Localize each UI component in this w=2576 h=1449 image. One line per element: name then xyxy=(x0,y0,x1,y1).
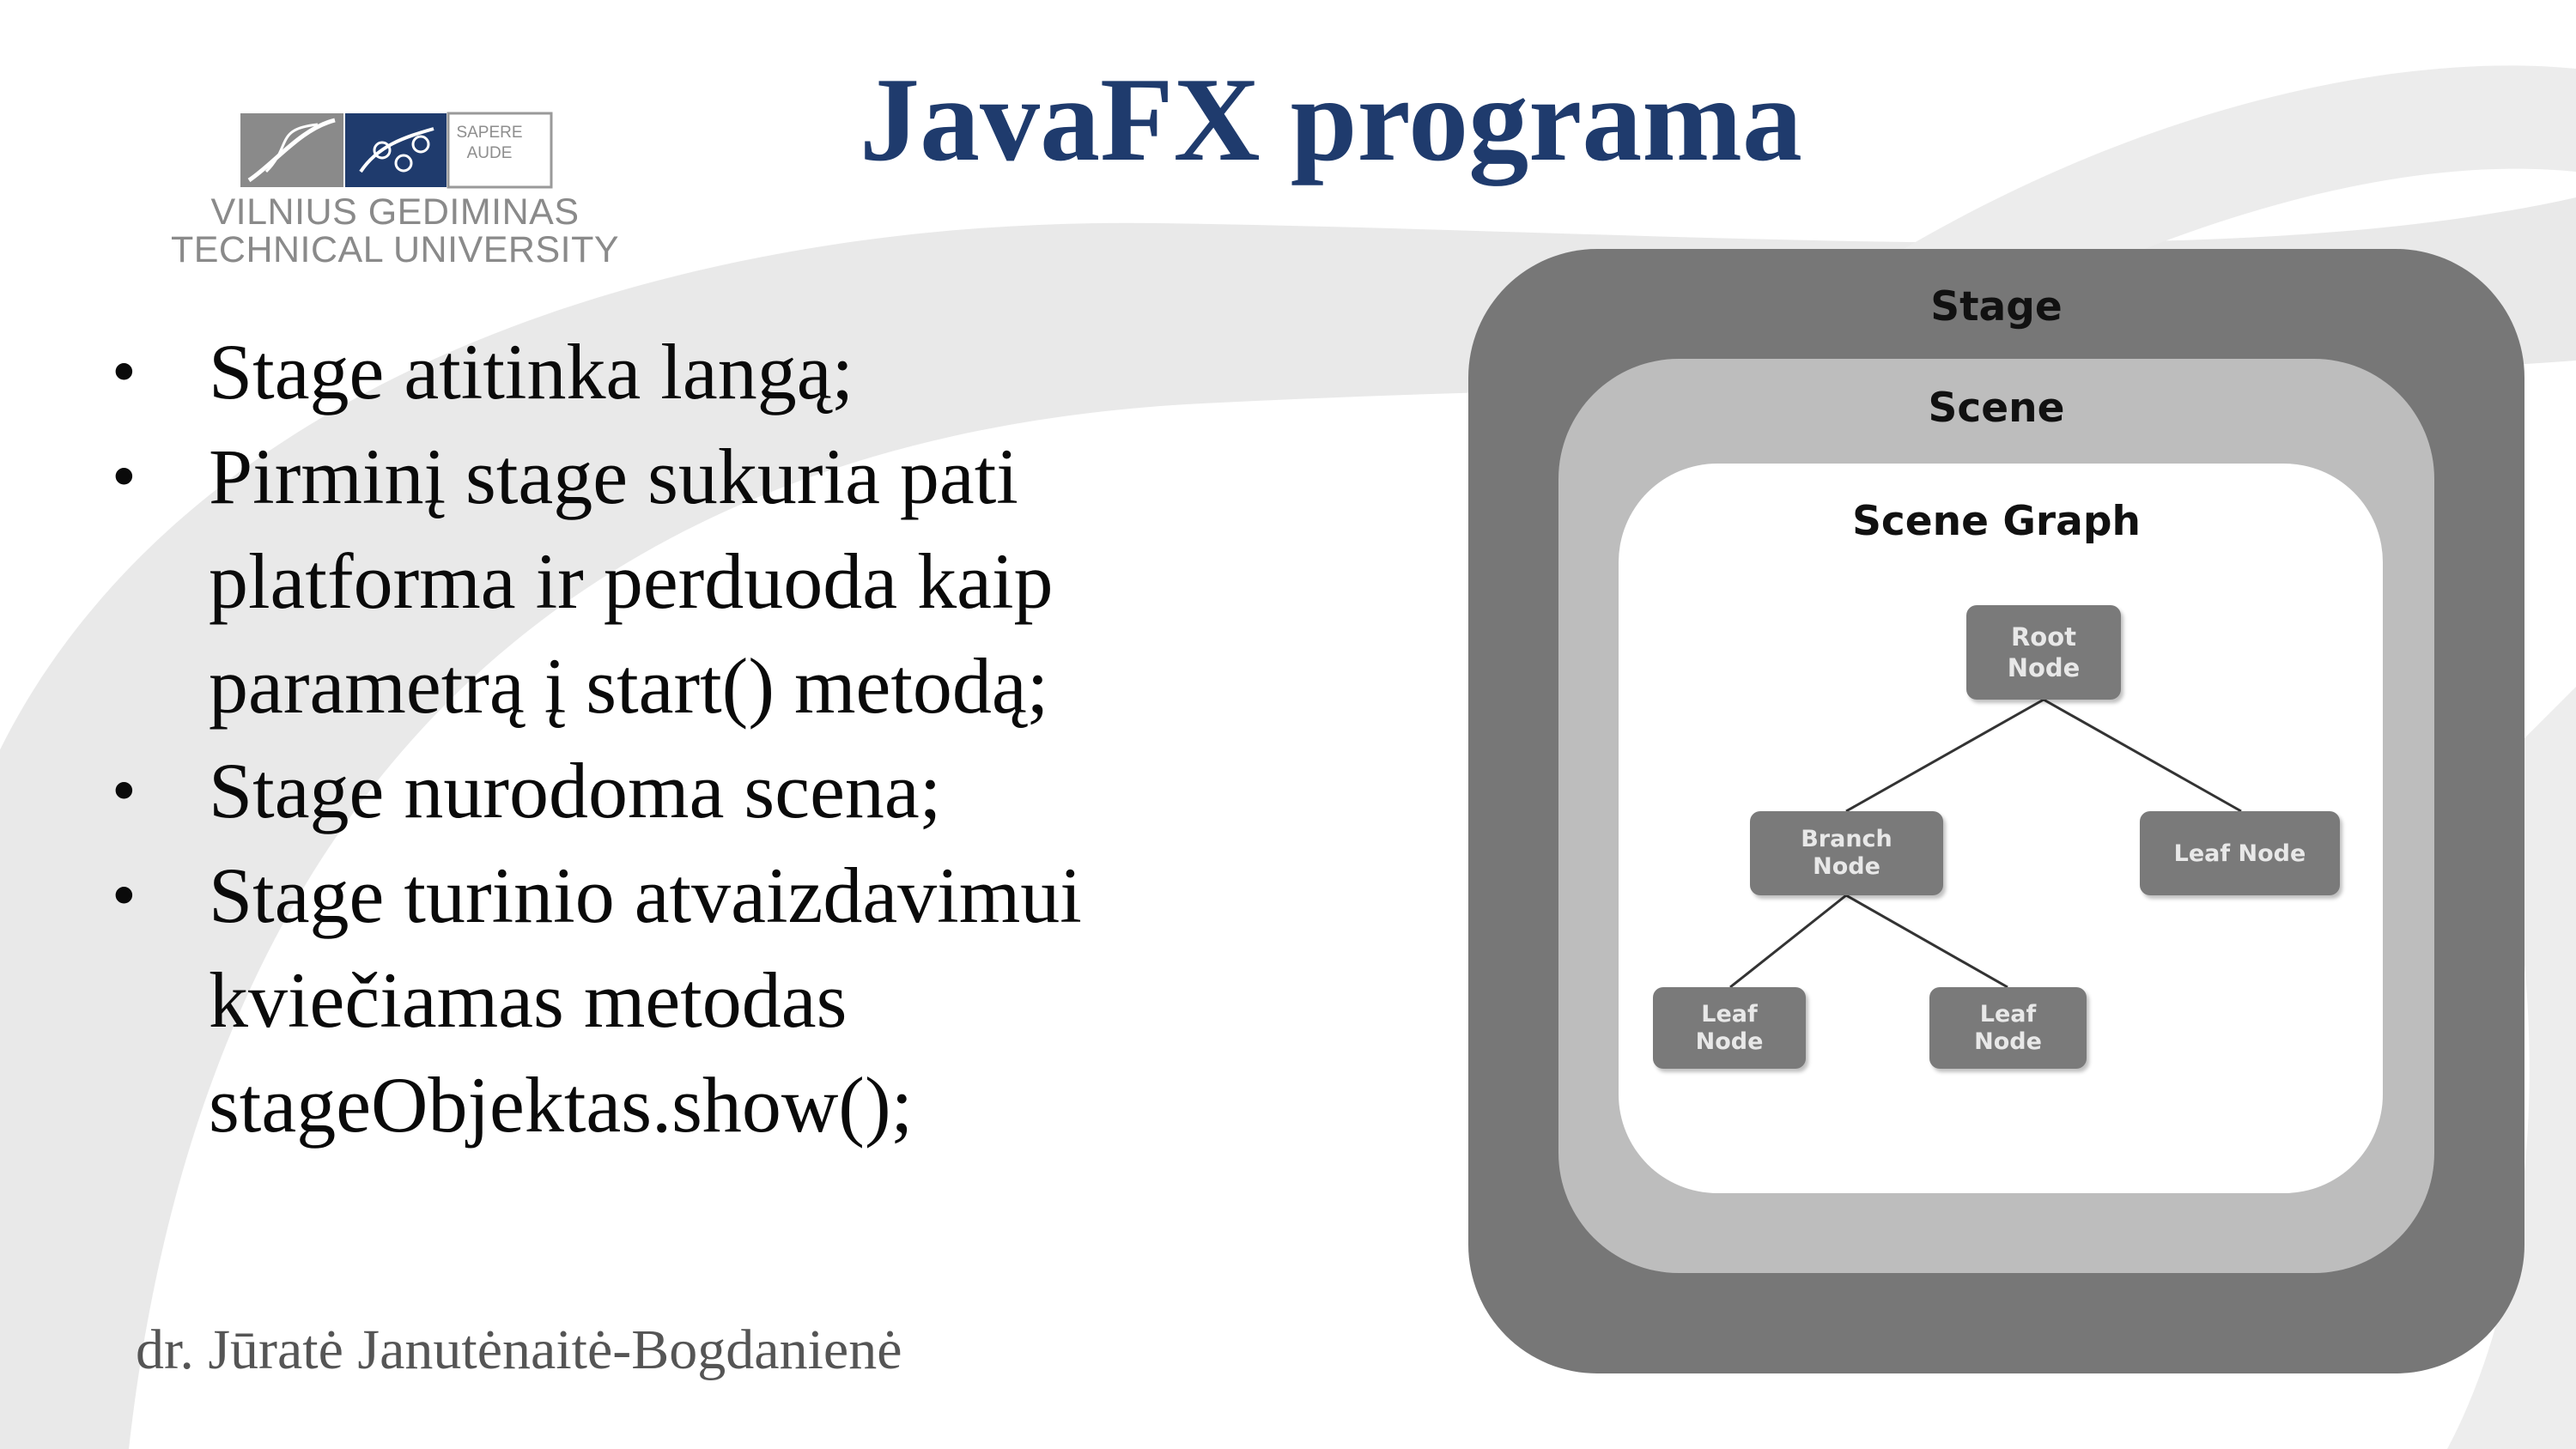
university-logo: SAPERE AUDE VILNIUS GEDIMINAS TECHNICAL … xyxy=(112,107,678,279)
leaf-node-left: Leaf Node xyxy=(1653,987,1806,1069)
logo-motto-line-2: AUDE xyxy=(466,144,513,162)
root-node-line-2: Node xyxy=(2007,653,2081,682)
root-node-line-1: Root xyxy=(2010,622,2077,652)
leaf-node-left-line-2: Node xyxy=(1695,1028,1764,1055)
edge-root-leaf xyxy=(2043,698,2242,813)
logo-text: VILNIUS GEDIMINAS TECHNICAL UNIVERSITY xyxy=(112,193,678,269)
leaf-node-left-line-1: Leaf xyxy=(1701,1000,1758,1028)
bullet-item: • Stage atitinka langą; xyxy=(101,319,1389,424)
bullet-item: • Stage turinio atvaizdavimui kviečiamas… xyxy=(101,843,1389,1157)
bullet-text: parametrą į start() metodą; xyxy=(209,642,1049,730)
bullet-icon: • xyxy=(112,332,137,410)
bullet-item: • Pirminį stage sukuria pati platforma i… xyxy=(101,424,1389,738)
branch-node-line-1: Branch xyxy=(1801,826,1893,852)
slide-title: JavaFX programa xyxy=(860,53,1802,186)
author-footer: dr. Jūratė Janutėnaitė-Bogdanienė xyxy=(136,1319,902,1381)
bullet-text: platforma ir perduoda kaip xyxy=(209,537,1054,625)
bullet-icon: • xyxy=(112,751,137,829)
logo-motto-line-1: SAPERE xyxy=(456,124,523,142)
logo-motto: SAPERE AUDE xyxy=(438,123,541,164)
leaf-node-right: Leaf Node xyxy=(2140,811,2340,895)
logo-line-2: TECHNICAL UNIVERSITY xyxy=(170,229,620,270)
stage-scene-diagram: Stage Scene Scene Graph Root Node Branch… xyxy=(1468,249,2524,1382)
leaf-node-mid: Leaf Node xyxy=(1929,987,2087,1069)
edge-root-branch xyxy=(1845,698,2044,813)
bullet-text: Stage nurodoma scena; xyxy=(209,747,942,834)
bullet-list: • Stage atitinka langą; • Pirminį stage … xyxy=(101,319,1389,1157)
bullet-icon: • xyxy=(112,856,137,934)
logo-line-1: VILNIUS GEDIMINAS xyxy=(210,191,580,233)
bullet-text: kviečiamas metodas xyxy=(209,956,848,1044)
edge-branch-leaf-mid xyxy=(1845,894,2008,989)
bullet-text: Stage atitinka langą; xyxy=(209,328,854,415)
leaf-node-mid-line-1: Leaf xyxy=(1979,1000,2037,1028)
leaf-node-right-label: Leaf Node xyxy=(2173,840,2306,867)
leaf-node-mid-line-2: Node xyxy=(1974,1028,2042,1055)
bullet-icon: • xyxy=(112,437,137,515)
branch-node: Branch Node xyxy=(1750,811,1943,895)
tree-connectors xyxy=(1729,698,2242,989)
bullet-item: • Stage nurodoma scena; xyxy=(101,738,1389,843)
bullet-text: Pirminį stage sukuria pati xyxy=(209,433,1018,520)
bullet-text: Stage turinio atvaizdavimui xyxy=(209,852,1082,939)
bullet-text: stageObjektas.show(); xyxy=(209,1061,914,1149)
branch-node-line-2: Node xyxy=(1813,853,1880,880)
edge-branch-leaf-left xyxy=(1729,894,1847,989)
root-node: Root Node xyxy=(1966,605,2121,700)
